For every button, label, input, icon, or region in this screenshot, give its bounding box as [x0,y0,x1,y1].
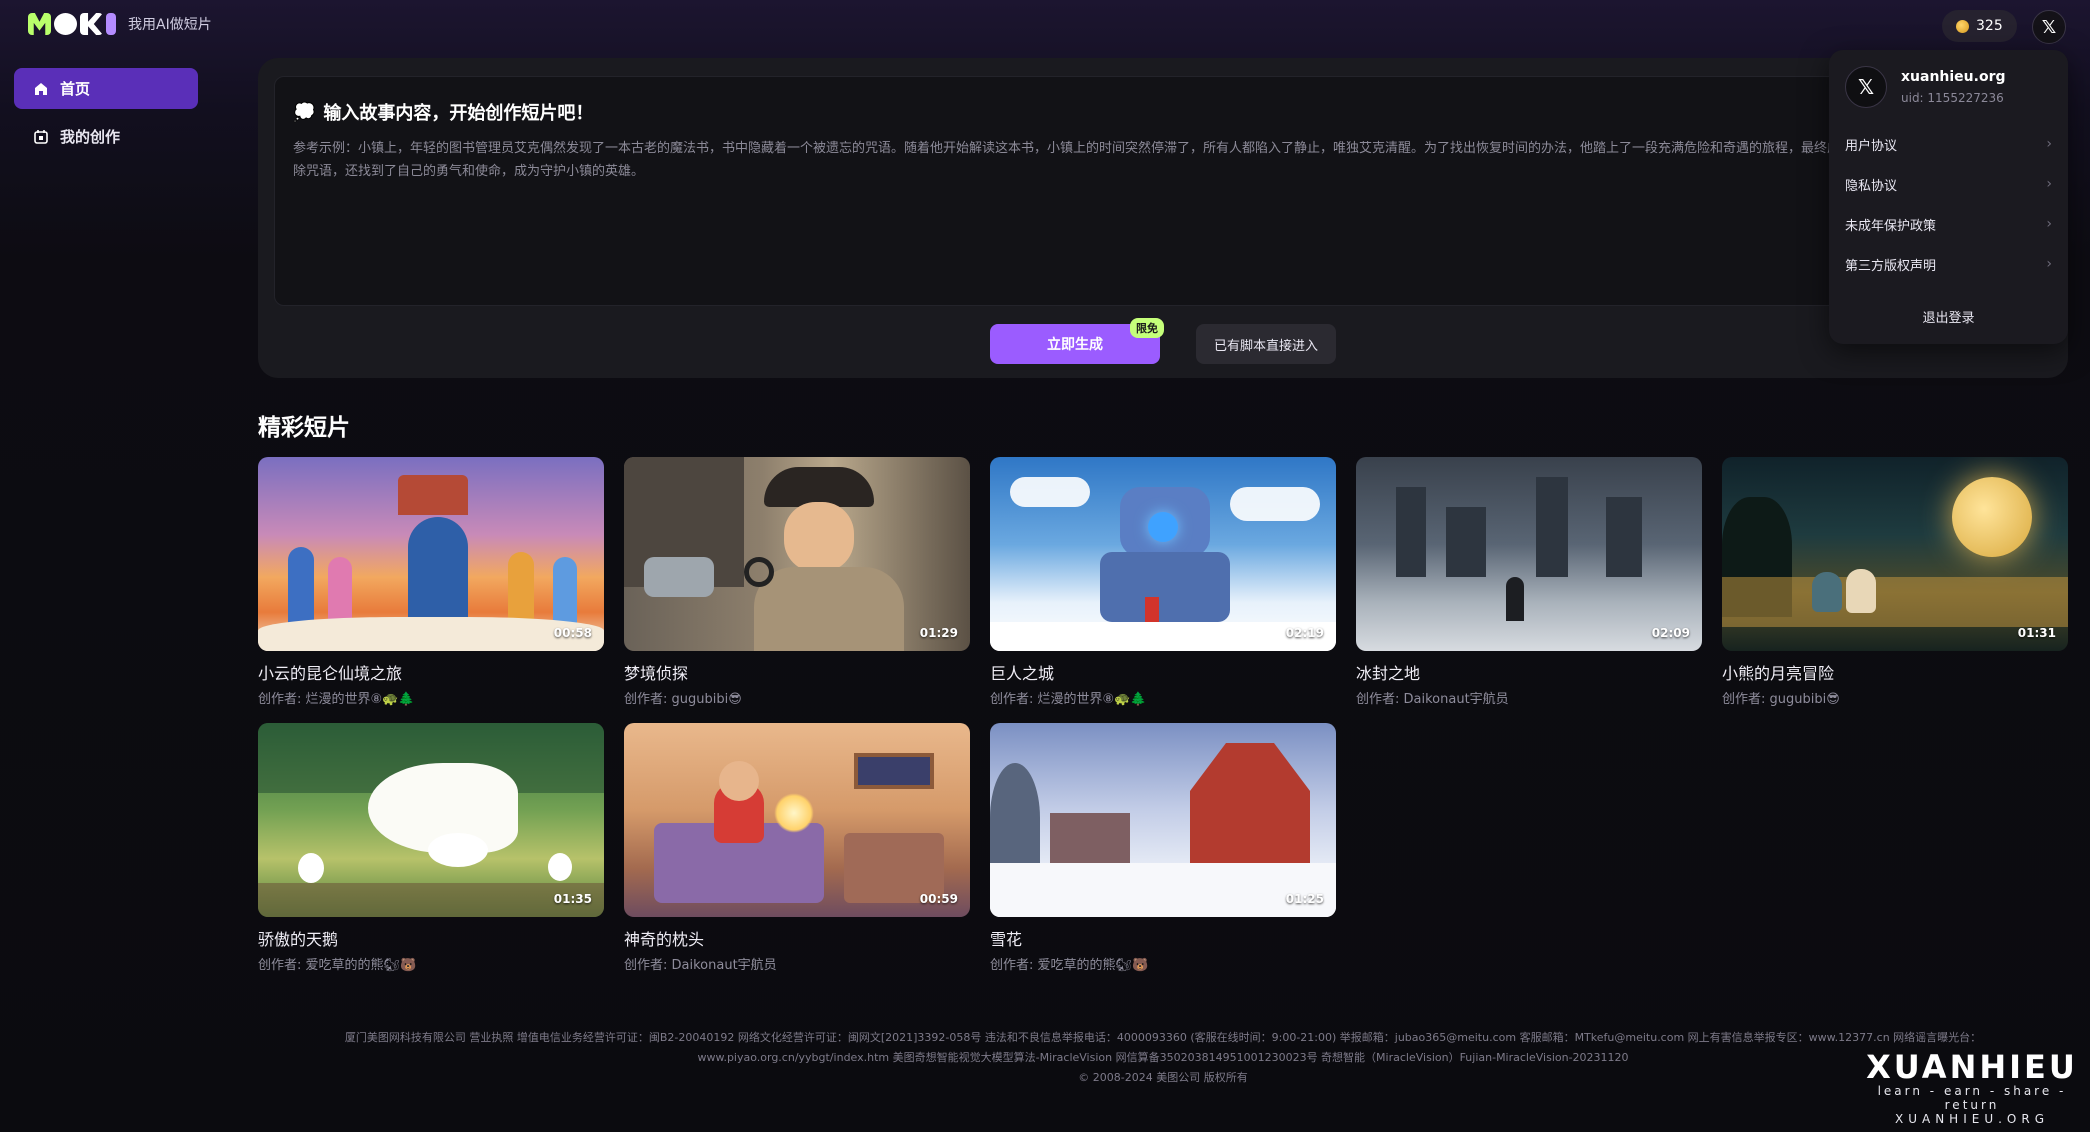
generate-label: 立即生成 [1047,336,1103,352]
video-title[interactable]: 骄傲的天鹅 [258,926,604,950]
dropdown-avatar: 𝕏 [1845,66,1887,108]
video-duration: 00:58 [553,626,592,640]
menu-item-label: 未成年保护政策 [1845,218,1937,234]
video-duration: 02:19 [1285,626,1324,640]
creation-icon [32,128,50,146]
menu-item-label: 用户协议 [1845,138,1898,154]
video-thumbnail[interactable]: 00:58 [258,457,604,651]
video-author: 创作者: Daikonaut宇航员 [1356,692,1509,707]
video-title[interactable]: 小熊的月亮冒险 [1722,660,2068,684]
video-thumbnail[interactable]: 02:09 [1356,457,1702,651]
video-card[interactable]: 01:35 骄傲的天鹅 创作者: 爱吃草的的熊🐿🐻 [258,723,604,973]
brand[interactable]: 我用AI做短片 [28,13,212,35]
thought-bubble-icon: 💭 [293,101,316,123]
free-badge: 限免 [1130,318,1164,338]
chevron-right-icon: › [2046,256,2052,272]
video-grid: 00:58 小云的昆仑仙境之旅 创作者: 烂漫的世界⑧🐢🌲 01:29 梦境侦探… [258,457,2068,973]
section-title: 精彩短片 [258,415,350,441]
chevron-right-icon: › [2046,176,2052,192]
video-author: 创作者: gugubibi😎 [624,692,742,707]
video-card[interactable]: 01:29 梦境侦探 创作者: gugubibi😎 [624,457,970,707]
user-name: xuanhieu.org [1901,69,2006,85]
menu-item-copyright[interactable]: 第三方版权声明 › [1829,244,2068,284]
watermark: XUANHIEU learn - earn - share - return X… [1862,1048,2082,1126]
chevron-right-icon: › [2046,136,2052,152]
footer-copyright: © 2008-2024 美图公司 版权所有 [1078,1071,1248,1084]
sidebar-item-label: 首页 [60,80,91,98]
coin-icon [1956,19,1969,33]
video-author: 创作者: 烂漫的世界⑧🐢🌲 [258,692,415,707]
menu-item-privacy[interactable]: 隐私协议 › [1829,164,2068,204]
video-title[interactable]: 梦境侦探 [624,660,970,684]
video-duration: 01:31 [2017,626,2056,640]
video-author: 创作者: 烂漫的世界⑧🐢🌲 [990,692,1147,707]
chevron-right-icon: › [2046,216,2052,232]
user-avatar[interactable]: 𝕏 [2032,10,2066,44]
video-card[interactable]: 00:59 神奇的枕头 创作者: Daikonaut宇航员 [624,723,970,973]
user-menu-dropdown: 𝕏 xuanhieu.org uid: 1155227236 用户协议 › 隐私… [1829,50,2068,344]
watermark-title: XUANHIEU [1866,1048,2078,1086]
story-placeholder: 参考示例：小镇上，年轻的图书管理员艾克偶然发现了一本古老的魔法书，书中隐藏着一个… [293,141,1867,179]
video-thumbnail[interactable]: 01:35 [258,723,604,917]
user-uid: uid: 1155227236 [1901,91,2004,105]
video-thumbnail[interactable]: 02:19 [990,457,1336,651]
video-card[interactable]: 02:19 巨人之城 创作者: 烂漫的世界⑧🐢🌲 [990,457,1336,707]
video-duration: 01:29 [919,626,958,640]
story-composer: 💭 输入故事内容，开始创作短片吧！ 参考示例：小镇上，年轻的图书管理员艾克偶然发… [258,58,2068,378]
menu-item-user-agreement[interactable]: 用户协议 › [1829,124,2068,164]
video-title[interactable]: 雪花 [990,926,1336,950]
video-thumbnail[interactable]: 01:31 [1722,457,2068,651]
video-author: 创作者: 爱吃草的的熊🐿🐻 [990,958,1149,973]
video-title[interactable]: 小云的昆仑仙境之旅 [258,660,604,684]
composer-title: 💭 输入故事内容，开始创作短片吧！ [293,99,593,125]
video-thumbnail[interactable]: 00:59 [624,723,970,917]
video-author: 创作者: gugubibi😎 [1722,692,1840,707]
footer: 厦门美图网科技有限公司 营业执照 增值电信业务经营许可证：闽B2-2004019… [258,1028,2068,1088]
brand-slogan: 我用AI做短片 [128,17,212,33]
sidebar-item-my-creations[interactable]: 我的创作 [14,116,198,157]
video-title[interactable]: 巨人之城 [990,660,1336,684]
sidebar-item-home[interactable]: 首页 [14,68,198,109]
video-thumbnail[interactable]: 01:25 [990,723,1336,917]
video-title[interactable]: 神奇的枕头 [624,926,970,950]
video-duration: 02:09 [1651,626,1690,640]
moki-logo [28,13,116,35]
story-input-area[interactable]: 💭 输入故事内容，开始创作短片吧！ 参考示例：小镇上，年轻的图书管理员艾克偶然发… [274,76,2054,306]
home-icon [32,80,50,98]
menu-item-minor-protection[interactable]: 未成年保护政策 › [1829,204,2068,244]
sidebar: 首页 我的创作 [14,68,198,164]
video-title[interactable]: 冰封之地 [1356,660,1702,684]
video-author: 创作者: 爱吃草的的熊🐿🐻 [258,958,417,973]
watermark-url: XUANHIEU.ORG [1894,1112,2049,1126]
menu-item-label: 第三方版权声明 [1845,258,1937,274]
video-card[interactable]: 01:31 小熊的月亮冒险 创作者: gugubibi😎 [1722,457,2068,707]
video-card[interactable]: 01:25 雪花 创作者: 爱吃草的的熊🐿🐻 [990,723,1336,973]
footer-line: 厦门美图网科技有限公司 营业执照 增值电信业务经营许可证：闽B2-2004019… [344,1031,1982,1044]
menu-item-label: 隐私协议 [1845,178,1898,194]
video-card[interactable]: 02:09 冰封之地 创作者: Daikonaut宇航员 [1356,457,1702,707]
coin-balance[interactable]: 325 [1942,10,2017,42]
video-card[interactable]: 00:58 小云的昆仑仙境之旅 创作者: 烂漫的世界⑧🐢🌲 [258,457,604,707]
composer-title-text: 输入故事内容，开始创作短片吧！ [323,103,594,124]
generate-button[interactable]: 立即生成 限免 [990,318,1164,364]
footer-line: www.piyao.org.cn/yybgt/index.htm 美图奇想智能视… [697,1051,1629,1064]
menu-list: 用户协议 › 隐私协议 › 未成年保护政策 › 第三方版权声明 › [1829,124,2068,284]
video-duration: 01:35 [553,892,592,906]
coin-count: 325 [1976,18,2003,34]
logout-button[interactable]: 退出登录 [1829,298,2068,334]
video-thumbnail[interactable]: 01:29 [624,457,970,651]
video-author: 创作者: Daikonaut宇航员 [624,958,777,973]
video-duration: 00:59 [919,892,958,906]
sidebar-item-label: 我的创作 [60,128,121,146]
enter-with-script-button[interactable]: 已有脚本直接进入 [1196,324,1336,364]
watermark-tagline: learn - earn - share - return [1877,1084,2067,1112]
video-duration: 01:25 [1285,892,1324,906]
